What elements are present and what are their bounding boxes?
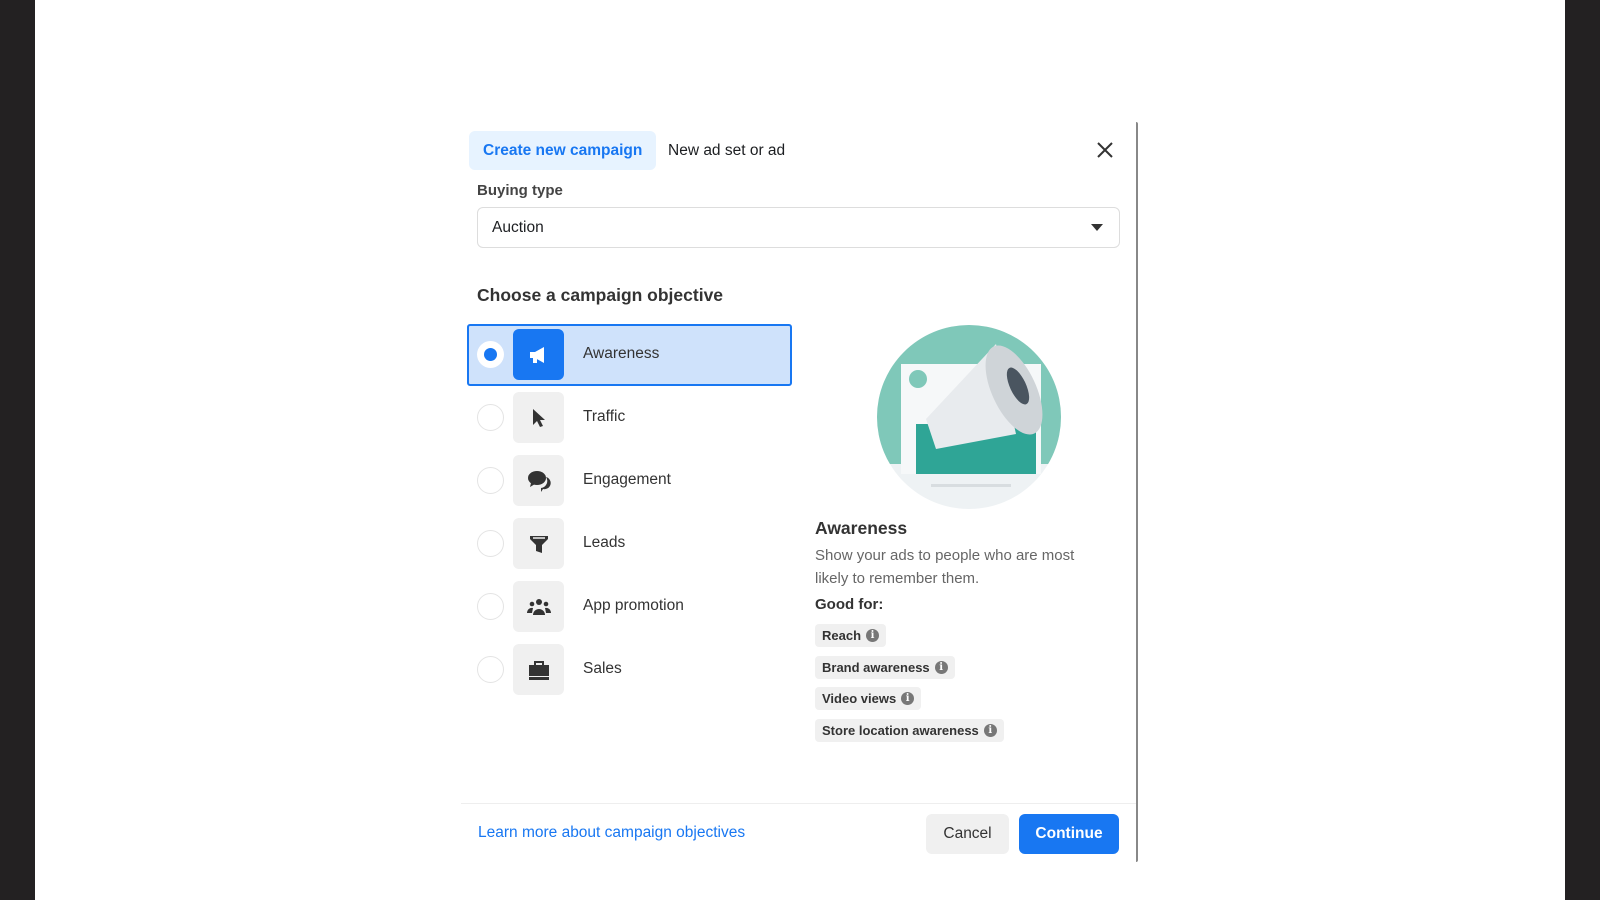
good-for-chip: Store location awareness i (815, 719, 1004, 742)
radio-button[interactable] (477, 341, 504, 368)
good-for-chip: Brand awareness i (815, 656, 955, 679)
cancel-button[interactable]: Cancel (926, 814, 1009, 854)
learn-more-link[interactable]: Learn more about campaign objectives (478, 824, 745, 842)
info-icon[interactable]: i (983, 724, 997, 737)
close-icon[interactable] (1093, 138, 1117, 162)
continue-button[interactable]: Continue (1019, 814, 1119, 854)
objective-label: Sales (583, 660, 622, 677)
objective-detail-title: Awareness (815, 518, 908, 538)
objective-detail-description: Show your ads to people who are most lik… (815, 547, 1075, 587)
create-campaign-dialog: Create new campaign New ad set or ad Buy… (461, 122, 1138, 862)
shopping-bag-icon (513, 644, 564, 695)
funnel-icon (513, 518, 564, 569)
chip-label: Video views (822, 691, 897, 706)
buying-type-select[interactable]: Auction (477, 207, 1120, 248)
chip-label: Reach (822, 628, 862, 643)
tab-create-new-campaign[interactable]: Create new campaign (469, 131, 657, 170)
objective-heading: Choose a campaign objective (477, 285, 724, 305)
objective-label: Traffic (583, 408, 626, 425)
cursor-icon (513, 392, 564, 443)
chip-label: Store location awareness (822, 723, 979, 738)
tab-new-ad-set-or-ad[interactable]: New ad set or ad (654, 131, 799, 170)
radio-button[interactable] (477, 404, 504, 431)
objective-label: Awareness (583, 345, 660, 362)
good-for-label: Good for: (815, 596, 884, 613)
objective-label: Engagement (583, 471, 671, 488)
buying-type-label: Buying type (477, 182, 563, 199)
info-icon[interactable]: i (901, 692, 915, 705)
radio-button[interactable] (477, 467, 504, 494)
buying-type-value: Auction (492, 219, 544, 236)
chip-label: Brand awareness (822, 660, 930, 675)
objective-option-leads[interactable]: Leads (467, 513, 792, 575)
good-for-chip: Reach i (815, 624, 887, 647)
radio-button[interactable] (477, 530, 504, 557)
footer-divider (461, 803, 1136, 804)
radio-button[interactable] (477, 593, 504, 620)
objective-option-awareness[interactable]: Awareness (467, 324, 792, 386)
radio-button[interactable] (477, 656, 504, 683)
awareness-illustration (876, 324, 1066, 514)
info-icon[interactable]: i (866, 629, 880, 642)
objective-option-app-promotion[interactable]: App promotion (467, 576, 792, 638)
right-letterbox (1565, 0, 1600, 900)
objective-option-sales[interactable]: Sales (467, 639, 792, 701)
chat-bubbles-icon (513, 455, 564, 506)
caret-down-icon (1091, 224, 1103, 231)
megaphone-icon (513, 329, 564, 380)
good-for-chip: Video views i (815, 687, 922, 710)
info-icon[interactable]: i (934, 661, 948, 674)
people-icon (513, 581, 564, 632)
objective-option-engagement[interactable]: Engagement (467, 450, 792, 512)
objective-label: Leads (583, 534, 626, 551)
left-letterbox (0, 0, 35, 900)
objective-label: App promotion (583, 597, 684, 614)
objective-option-traffic[interactable]: Traffic (467, 387, 792, 449)
